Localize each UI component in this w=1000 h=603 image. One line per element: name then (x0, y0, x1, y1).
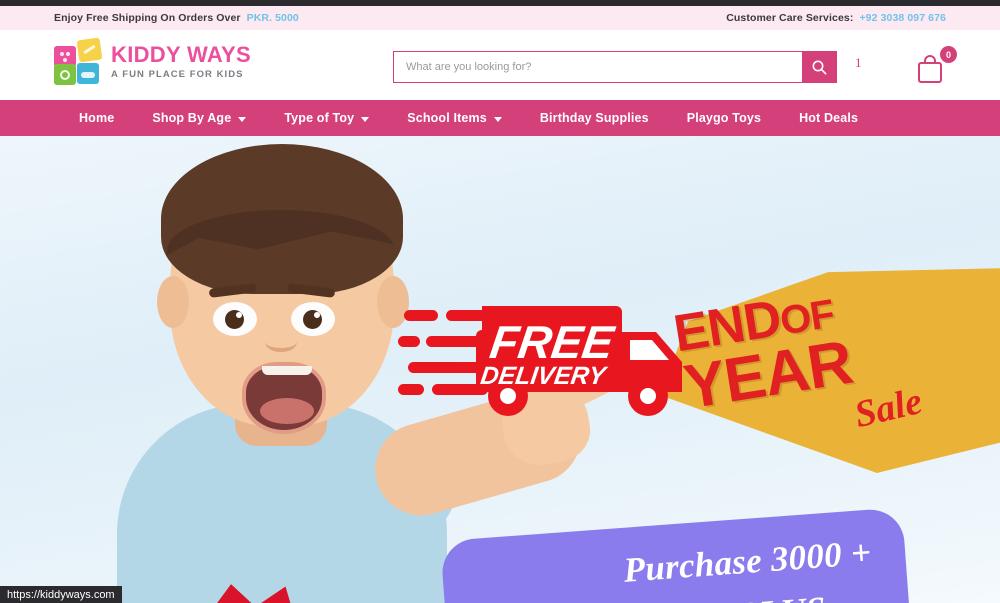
sale-word: Sale (850, 380, 926, 437)
free-delivery-truck-graphic: FREE DELIVERY (398, 296, 698, 421)
nav-label: Birthday Supplies (539, 111, 649, 125)
nav-label: Shop By Age (152, 111, 232, 125)
nav-item-shop-by-age[interactable]: Shop By Age (133, 100, 265, 136)
shipping-text: Enjoy Free Shipping On Orders Over (54, 12, 241, 24)
hero-banner[interactable]: ENDOF YEAR Sale FREE DELIVERY Purchase 3… (0, 136, 1000, 603)
cart-button[interactable]: 0 (913, 46, 957, 86)
nav-item-home[interactable]: Home (60, 100, 133, 136)
wow-starburst: WoW! (128, 579, 368, 603)
customer-care-phone[interactable]: +92 3038 097 676 (859, 12, 946, 24)
account-count[interactable]: 1 (855, 55, 862, 71)
nav-item-playgo-toys[interactable]: Playgo Toys (668, 100, 780, 136)
search-input[interactable] (394, 52, 802, 82)
nav-label: School Items (407, 111, 487, 125)
chevron-down-icon (361, 116, 370, 122)
announcement-bar: Enjoy Free Shipping On Orders Over PKR. … (0, 6, 1000, 30)
logo-title: KIDDY WAYS (111, 42, 251, 68)
delivery-text: DELIVERY (479, 362, 610, 390)
puzzle-piece-blue (77, 63, 99, 84)
nav-item-birthday-supplies[interactable]: Birthday Supplies (521, 100, 668, 136)
delivery-truck-icon: FREE DELIVERY (398, 306, 682, 416)
puzzle-piece-yellow (76, 37, 103, 63)
cart-count-badge: 0 (940, 46, 957, 63)
nav-item-hot-deals[interactable]: Hot Deals (780, 100, 877, 136)
logo-text-block: KIDDY WAYS A FUN PLACE FOR KIDS (111, 44, 251, 80)
free-text: FREE (487, 316, 618, 368)
nav-label: Home (79, 111, 115, 125)
search-bar[interactable] (393, 51, 837, 83)
shipping-amount: PKR. 5000 (246, 12, 299, 24)
main-navigation: Home Shop By Age Type of Toy School Item… (0, 100, 1000, 136)
page-root: Enjoy Free Shipping On Orders Over PKR. … (0, 0, 1000, 603)
announcement-customer-care: Customer Care Services: +92 3038 097 676 (726, 12, 946, 24)
nav-label: Hot Deals (799, 111, 859, 125)
status-bar-url: https://kiddyways.com (0, 586, 122, 603)
shopping-bag-icon (918, 55, 942, 83)
puzzle-logo-icon (52, 37, 103, 86)
chevron-down-icon (493, 116, 502, 122)
nav-label: Type of Toy (284, 111, 355, 125)
chevron-down-icon (238, 116, 247, 122)
logo-tagline: A FUN PLACE FOR KIDS (111, 69, 244, 81)
search-button[interactable] (802, 52, 836, 82)
puzzle-piece-green (54, 64, 76, 85)
nav-item-school-items[interactable]: School Items (388, 100, 521, 136)
end-of-year-sale-banner: ENDOF YEAR Sale (660, 268, 1000, 473)
announcement-shipping: Enjoy Free Shipping On Orders Over PKR. … (54, 12, 299, 24)
nav-label: Playgo Toys (686, 111, 762, 125)
nav-item-type-of-toy[interactable]: Type of Toy (265, 100, 388, 136)
site-logo[interactable]: KIDDY WAYS A FUN PLACE FOR KIDS (52, 37, 251, 86)
search-icon (812, 60, 827, 75)
customer-care-label: Customer Care Services: (726, 12, 854, 24)
